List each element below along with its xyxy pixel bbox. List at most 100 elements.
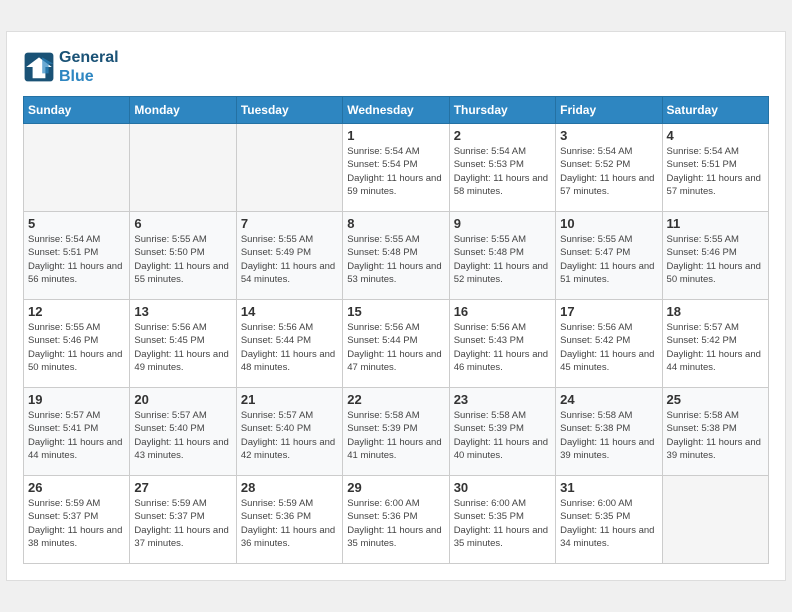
day-number: 13	[134, 304, 231, 319]
day-info: Sunrise: 5:59 AMSunset: 5:37 PMDaylight:…	[134, 497, 231, 550]
day-info: Sunrise: 5:54 AMSunset: 5:51 PMDaylight:…	[667, 145, 764, 198]
day-number: 3	[560, 128, 657, 143]
calendar-table: SundayMondayTuesdayWednesdayThursdayFrid…	[23, 96, 769, 564]
calendar-day-cell: 12 Sunrise: 5:55 AMSunset: 5:46 PMDayligh…	[24, 300, 130, 388]
day-info: Sunrise: 6:00 AMSunset: 5:36 PMDaylight:…	[347, 497, 444, 550]
calendar-day-cell: 11 Sunrise: 5:55 AMSunset: 5:46 PMDayligh…	[662, 212, 768, 300]
weekday-header: Thursday	[449, 97, 555, 124]
weekday-header: Sunday	[24, 97, 130, 124]
day-info: Sunrise: 5:56 AMSunset: 5:45 PMDaylight:…	[134, 321, 231, 374]
day-number: 20	[134, 392, 231, 407]
day-info: Sunrise: 5:54 AMSunset: 5:54 PMDaylight:…	[347, 145, 444, 198]
day-info: Sunrise: 5:59 AMSunset: 5:37 PMDaylight:…	[28, 497, 125, 550]
day-number: 12	[28, 304, 125, 319]
calendar-day-cell: 7 Sunrise: 5:55 AMSunset: 5:49 PMDaylight…	[236, 212, 342, 300]
calendar-day-cell: 30 Sunrise: 6:00 AMSunset: 5:35 PMDayligh…	[449, 476, 555, 564]
calendar-day-cell: 4 Sunrise: 5:54 AMSunset: 5:51 PMDaylight…	[662, 124, 768, 212]
calendar-day-cell: 26 Sunrise: 5:59 AMSunset: 5:37 PMDayligh…	[24, 476, 130, 564]
day-info: Sunrise: 5:58 AMSunset: 5:38 PMDaylight:…	[560, 409, 657, 462]
day-info: Sunrise: 5:57 AMSunset: 5:41 PMDaylight:…	[28, 409, 125, 462]
weekday-row: SundayMondayTuesdayWednesdayThursdayFrid…	[24, 97, 769, 124]
day-info: Sunrise: 5:56 AMSunset: 5:42 PMDaylight:…	[560, 321, 657, 374]
day-info: Sunrise: 5:57 AMSunset: 5:42 PMDaylight:…	[667, 321, 764, 374]
day-number: 31	[560, 480, 657, 495]
calendar-week-row: 1 Sunrise: 5:54 AMSunset: 5:54 PMDaylight…	[24, 124, 769, 212]
calendar-week-row: 26 Sunrise: 5:59 AMSunset: 5:37 PMDayligh…	[24, 476, 769, 564]
weekday-header: Tuesday	[236, 97, 342, 124]
day-number: 15	[347, 304, 444, 319]
calendar-day-cell: 5Sunrise: 5:54 AMSunset: 5:51 PMDaylight…	[24, 212, 130, 300]
weekday-header: Friday	[556, 97, 662, 124]
calendar-day-cell: 8 Sunrise: 5:55 AMSunset: 5:48 PMDaylight…	[343, 212, 449, 300]
calendar-day-cell: 17 Sunrise: 5:56 AMSunset: 5:42 PMDayligh…	[556, 300, 662, 388]
calendar-week-row: 12 Sunrise: 5:55 AMSunset: 5:46 PMDayligh…	[24, 300, 769, 388]
calendar-day-cell	[130, 124, 236, 212]
day-number: 22	[347, 392, 444, 407]
day-number: 28	[241, 480, 338, 495]
calendar-day-cell: 9Sunrise: 5:55 AMSunset: 5:48 PMDaylight…	[449, 212, 555, 300]
calendar-body: 1 Sunrise: 5:54 AMSunset: 5:54 PMDaylight…	[24, 124, 769, 564]
calendar-day-cell	[662, 476, 768, 564]
day-number: 21	[241, 392, 338, 407]
day-number: 27	[134, 480, 231, 495]
calendar-container: General Blue SundayMondayTuesdayWednesda…	[6, 31, 786, 581]
calendar-day-cell: 19 Sunrise: 5:57 AMSunset: 5:41 PMDayligh…	[24, 388, 130, 476]
day-number: 1	[347, 128, 444, 143]
day-number: 5	[28, 216, 125, 231]
calendar-day-cell: 31 Sunrise: 6:00 AMSunset: 5:35 PMDayligh…	[556, 476, 662, 564]
logo-text: General Blue	[59, 48, 119, 86]
day-number: 8	[347, 216, 444, 231]
day-number: 2	[454, 128, 551, 143]
calendar-day-cell: 23 Sunrise: 5:58 AMSunset: 5:39 PMDayligh…	[449, 388, 555, 476]
calendar-day-cell: 24 Sunrise: 5:58 AMSunset: 5:38 PMDayligh…	[556, 388, 662, 476]
day-info: Sunrise: 5:56 AMSunset: 5:44 PMDaylight:…	[347, 321, 444, 374]
day-info: Sunrise: 5:55 AMSunset: 5:46 PMDaylight:…	[28, 321, 125, 374]
calendar-day-cell	[236, 124, 342, 212]
day-info: Sunrise: 5:55 AMSunset: 5:48 PMDaylight:…	[347, 233, 444, 286]
calendar-day-cell: 25 Sunrise: 5:58 AMSunset: 5:38 PMDayligh…	[662, 388, 768, 476]
day-number: 6	[134, 216, 231, 231]
weekday-header: Monday	[130, 97, 236, 124]
day-info: Sunrise: 5:57 AMSunset: 5:40 PMDaylight:…	[241, 409, 338, 462]
calendar-day-cell: 14Sunrise: 5:56 AMSunset: 5:44 PMDayligh…	[236, 300, 342, 388]
day-info: Sunrise: 5:58 AMSunset: 5:39 PMDaylight:…	[454, 409, 551, 462]
day-number: 29	[347, 480, 444, 495]
day-info: Sunrise: 5:58 AMSunset: 5:38 PMDaylight:…	[667, 409, 764, 462]
day-number: 24	[560, 392, 657, 407]
day-info: Sunrise: 6:00 AMSunset: 5:35 PMDaylight:…	[454, 497, 551, 550]
day-info: Sunrise: 5:56 AMSunset: 5:43 PMDaylight:…	[454, 321, 551, 374]
calendar-day-cell: 29 Sunrise: 6:00 AMSunset: 5:36 PMDayligh…	[343, 476, 449, 564]
day-info: Sunrise: 5:54 AMSunset: 5:53 PMDaylight:…	[454, 145, 551, 198]
day-info: Sunrise: 5:58 AMSunset: 5:39 PMDaylight:…	[347, 409, 444, 462]
calendar-day-cell: 10 Sunrise: 5:55 AMSunset: 5:47 PMDayligh…	[556, 212, 662, 300]
day-info: Sunrise: 5:57 AMSunset: 5:40 PMDaylight:…	[134, 409, 231, 462]
day-number: 19	[28, 392, 125, 407]
day-number: 25	[667, 392, 764, 407]
day-number: 4	[667, 128, 764, 143]
calendar-header-row: SundayMondayTuesdayWednesdayThursdayFrid…	[24, 97, 769, 124]
calendar-day-cell: 1 Sunrise: 5:54 AMSunset: 5:54 PMDaylight…	[343, 124, 449, 212]
day-number: 7	[241, 216, 338, 231]
day-number: 11	[667, 216, 764, 231]
day-info: Sunrise: 5:54 AMSunset: 5:52 PMDaylight:…	[560, 145, 657, 198]
day-number: 10	[560, 216, 657, 231]
weekday-header: Wednesday	[343, 97, 449, 124]
day-info: Sunrise: 5:55 AMSunset: 5:46 PMDaylight:…	[667, 233, 764, 286]
day-number: 23	[454, 392, 551, 407]
day-number: 26	[28, 480, 125, 495]
calendar-day-cell: 3 Sunrise: 5:54 AMSunset: 5:52 PMDaylight…	[556, 124, 662, 212]
calendar-day-cell: 18Sunrise: 5:57 AMSunset: 5:42 PMDayligh…	[662, 300, 768, 388]
calendar-day-cell: 15 Sunrise: 5:56 AMSunset: 5:44 PMDayligh…	[343, 300, 449, 388]
calendar-day-cell: 2 Sunrise: 5:54 AMSunset: 5:53 PMDaylight…	[449, 124, 555, 212]
day-number: 30	[454, 480, 551, 495]
day-info: Sunrise: 5:55 AMSunset: 5:47 PMDaylight:…	[560, 233, 657, 286]
day-number: 17	[560, 304, 657, 319]
day-number: 16	[454, 304, 551, 319]
day-info: Sunrise: 5:55 AMSunset: 5:50 PMDaylight:…	[134, 233, 231, 286]
day-info: Sunrise: 6:00 AMSunset: 5:35 PMDaylight:…	[560, 497, 657, 550]
calendar-header: General Blue	[23, 48, 769, 86]
day-info: Sunrise: 5:55 AMSunset: 5:48 PMDaylight:…	[454, 233, 551, 286]
day-info: Sunrise: 5:55 AMSunset: 5:49 PMDaylight:…	[241, 233, 338, 286]
calendar-day-cell: 6 Sunrise: 5:55 AMSunset: 5:50 PMDaylight…	[130, 212, 236, 300]
day-number: 14	[241, 304, 338, 319]
